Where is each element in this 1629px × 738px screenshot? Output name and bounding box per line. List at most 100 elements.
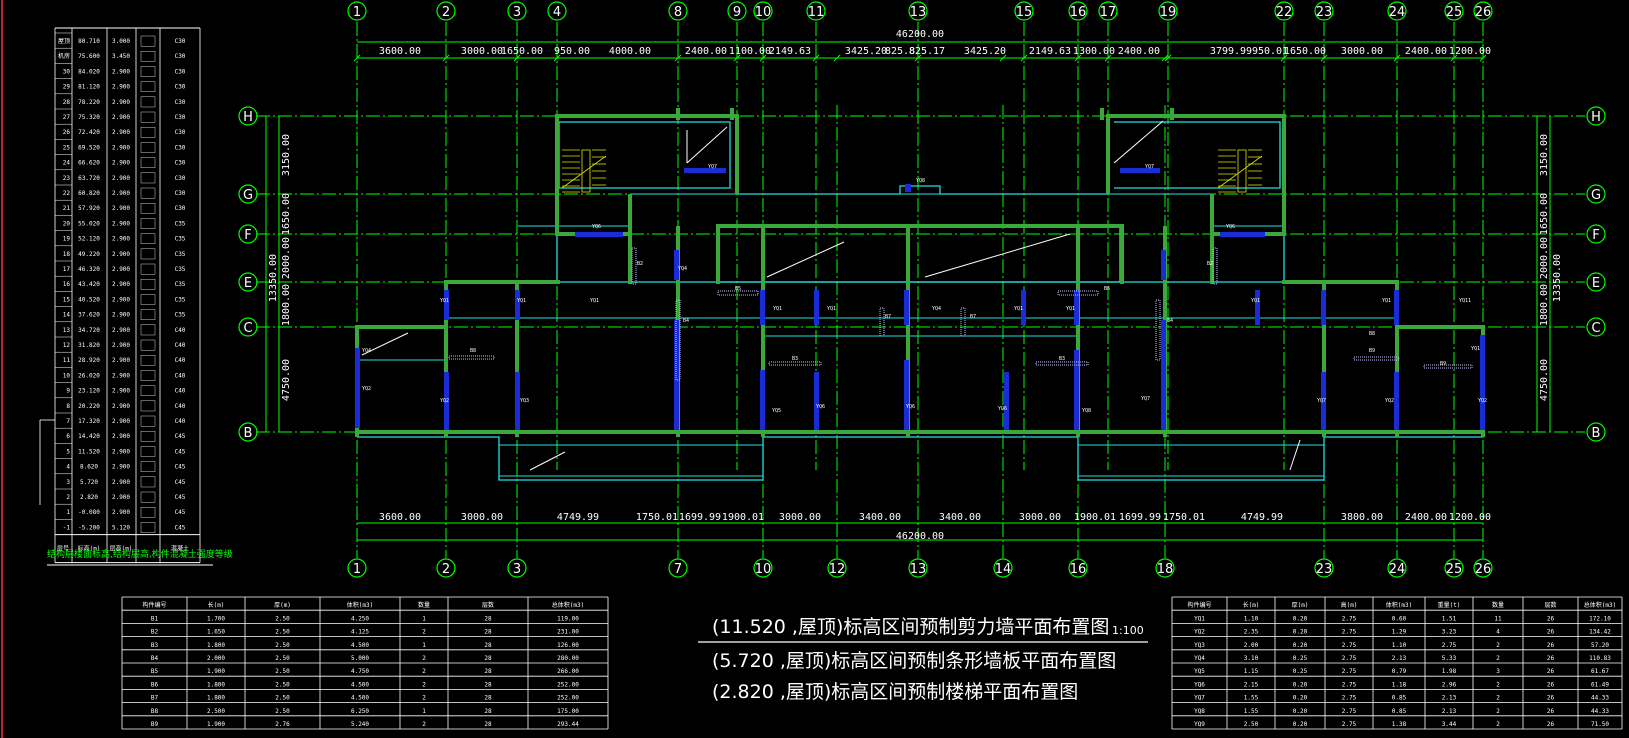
svg-text:21: 21	[63, 205, 71, 212]
svg-text:C30: C30	[175, 84, 186, 91]
svg-text:B1: B1	[151, 615, 159, 622]
svg-text:B4: B4	[683, 318, 689, 324]
svg-text:17: 17	[1100, 5, 1117, 20]
svg-text:总体积(m3): 总体积(m3)	[1584, 601, 1616, 609]
svg-text:体积(m3): 体积(m3)	[1386, 601, 1412, 609]
svg-text:26: 26	[1547, 655, 1555, 662]
svg-text:2.900: 2.900	[112, 296, 130, 303]
svg-text:28: 28	[484, 668, 492, 675]
svg-text:2.900: 2.900	[112, 464, 130, 471]
svg-text:3.44: 3.44	[1442, 721, 1457, 728]
svg-text:8.620: 8.620	[80, 464, 98, 471]
bottom-axis-bubble: 25	[1444, 558, 1464, 578]
svg-text:2: 2	[1496, 721, 1500, 728]
svg-text:4: 4	[1496, 629, 1500, 636]
svg-text:2.900: 2.900	[112, 403, 130, 410]
svg-text:28: 28	[484, 721, 492, 728]
svg-text:1650.00: 1650.00	[1539, 193, 1550, 235]
svg-text:1.800: 1.800	[207, 681, 225, 688]
svg-text:28: 28	[484, 629, 492, 636]
svg-text:14.420: 14.420	[78, 433, 100, 440]
svg-text:71.50: 71.50	[1591, 721, 1609, 728]
top-axis-bubble: 25	[1444, 1, 1464, 21]
svg-text:7: 7	[66, 418, 70, 425]
svg-text:YQ4: YQ4	[678, 266, 687, 272]
svg-text:C35: C35	[175, 296, 186, 303]
svg-text:C45: C45	[175, 433, 186, 440]
svg-text:C40: C40	[175, 372, 186, 379]
svg-text:长(m): 长(m)	[1243, 601, 1260, 609]
svg-text:3400.00: 3400.00	[939, 512, 981, 523]
svg-text:2000.00: 2000.00	[281, 237, 292, 279]
svg-text:6: 6	[66, 433, 70, 440]
svg-text:C40: C40	[175, 388, 186, 395]
svg-text:2.75: 2.75	[1342, 615, 1357, 622]
svg-text:23: 23	[63, 175, 71, 182]
svg-text:2.13: 2.13	[1442, 695, 1457, 702]
svg-text:-0.080: -0.080	[78, 509, 100, 516]
svg-text:13: 13	[910, 5, 927, 20]
svg-text:2.900: 2.900	[112, 220, 130, 227]
svg-text:1: 1	[353, 5, 361, 20]
svg-text:B3: B3	[1059, 356, 1065, 362]
svg-text:2.75: 2.75	[1342, 655, 1357, 662]
svg-text:17: 17	[63, 266, 71, 273]
svg-text:28: 28	[484, 708, 492, 715]
svg-text:YQ4: YQ4	[932, 306, 941, 312]
svg-text:2.900: 2.900	[112, 205, 130, 212]
bottom-axis-bubble: 2	[436, 558, 456, 578]
floor-table-footer: 结构层楼面标高,结构层高,构件混凝土强度等级	[47, 548, 233, 560]
svg-text:C45: C45	[175, 524, 186, 531]
svg-text:2.900: 2.900	[112, 236, 130, 243]
svg-text:5.120: 5.120	[112, 524, 130, 531]
svg-text:2.75: 2.75	[1442, 642, 1457, 649]
svg-text:B3: B3	[151, 642, 159, 649]
svg-text:2.900: 2.900	[112, 479, 130, 486]
svg-text:2.50: 2.50	[275, 642, 290, 649]
svg-text:4749.99: 4749.99	[1241, 512, 1283, 523]
bottom-axis-bubble: 7	[668, 558, 688, 578]
svg-text:H: H	[243, 110, 253, 125]
svg-text:11: 11	[63, 357, 71, 364]
top-axis-bubble: 23	[1314, 1, 1334, 21]
svg-text:2.75: 2.75	[1342, 721, 1357, 728]
svg-text:YQ8: YQ8	[916, 178, 925, 184]
svg-text:1.55: 1.55	[1244, 708, 1259, 715]
svg-text:110.83: 110.83	[1589, 655, 1611, 662]
svg-text:2: 2	[422, 681, 426, 688]
top-axis-bubble: 26	[1473, 1, 1493, 21]
svg-text:13350.00: 13350.00	[1552, 254, 1563, 302]
cad-drawing-canvas[interactable]: 1 2 3 4 8 9 10 11 13 15 16 17 19 22 23 24 25 261 2 3 7 10 12 13…	[0, 0, 1629, 738]
svg-text:12: 12	[829, 562, 846, 577]
svg-text:1699.99: 1699.99	[1119, 512, 1161, 523]
svg-text:H: H	[1591, 110, 1601, 125]
svg-text:119.00: 119.00	[557, 615, 579, 622]
svg-text:26: 26	[1475, 5, 1492, 20]
svg-text:0.20: 0.20	[1293, 708, 1308, 715]
svg-text:2.15: 2.15	[1244, 681, 1259, 688]
svg-text:23.120: 23.120	[78, 388, 100, 395]
svg-text:0.20: 0.20	[1293, 629, 1308, 636]
svg-text:G: G	[1591, 188, 1601, 203]
svg-text:2.50: 2.50	[275, 615, 290, 622]
svg-text:49.220: 49.220	[78, 251, 100, 258]
svg-text:4000.00: 4000.00	[609, 46, 651, 57]
svg-text:22: 22	[1276, 5, 1293, 20]
svg-text:0.85: 0.85	[1392, 695, 1407, 702]
row-axis-bubble: H	[238, 106, 258, 126]
svg-text:YQ6: YQ6	[1226, 224, 1235, 230]
svg-text:2.900: 2.900	[112, 68, 130, 75]
svg-text:43.420: 43.420	[78, 281, 100, 288]
svg-text:2.900: 2.900	[112, 357, 130, 364]
top-axis-bubble: 17	[1098, 1, 1118, 21]
svg-text:2.900: 2.900	[112, 494, 130, 501]
top-axis-bubble: 16	[1068, 1, 1088, 21]
svg-text:C45: C45	[175, 464, 186, 471]
svg-text:3.000: 3.000	[112, 38, 130, 45]
svg-text:数量: 数量	[1492, 601, 1504, 609]
title-block: (11.520 ,屋顶)标高区间预制剪力墙平面布置图 1:100 (5.720 …	[698, 616, 1148, 703]
row-axis-bubble: G	[1586, 184, 1606, 204]
svg-text:B7: B7	[970, 314, 976, 320]
svg-text:75.600: 75.600	[78, 53, 100, 60]
svg-text:C40: C40	[175, 342, 186, 349]
